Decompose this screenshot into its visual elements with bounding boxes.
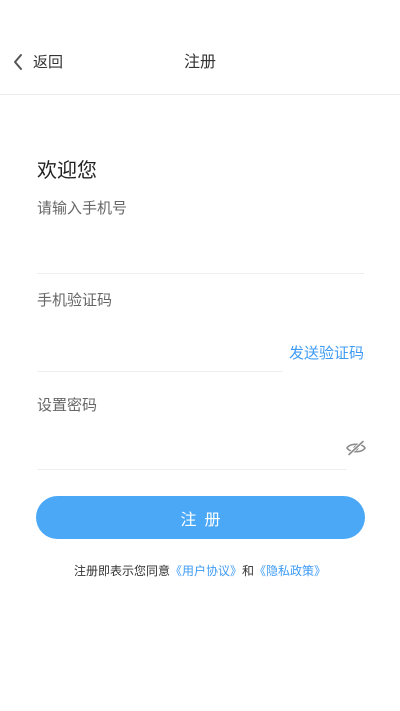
nav-header: 返回 注册 [0, 0, 400, 95]
register-button[interactable]: 注册 [36, 496, 365, 539]
page-title: 注册 [183, 52, 216, 71]
code-input[interactable] [37, 336, 277, 366]
agreement-prefix: 注册即表示您同意 [73, 564, 170, 578]
agreement-conjunction: 和 [242, 564, 255, 578]
welcome-heading: 欢迎您 [37, 158, 97, 182]
code-label: 手机验证码 [37, 291, 113, 309]
code-underline [37, 371, 283, 372]
eye-off-icon[interactable] [346, 440, 366, 456]
user-agreement-link[interactable]: 《用户协议》 [170, 564, 242, 578]
password-underline [37, 469, 347, 470]
agreement-text: 注册即表示您同意《用户协议》和《隐私政策》 [0, 562, 400, 580]
privacy-policy-link[interactable]: 《隐私政策》 [254, 564, 326, 578]
phone-label: 请输入手机号 [37, 199, 128, 217]
phone-underline [37, 273, 364, 274]
password-label: 设置密码 [37, 396, 98, 414]
password-input[interactable] [37, 434, 337, 464]
phone-input[interactable] [37, 236, 364, 266]
send-code-button[interactable]: 发送验证码 [289, 342, 364, 364]
